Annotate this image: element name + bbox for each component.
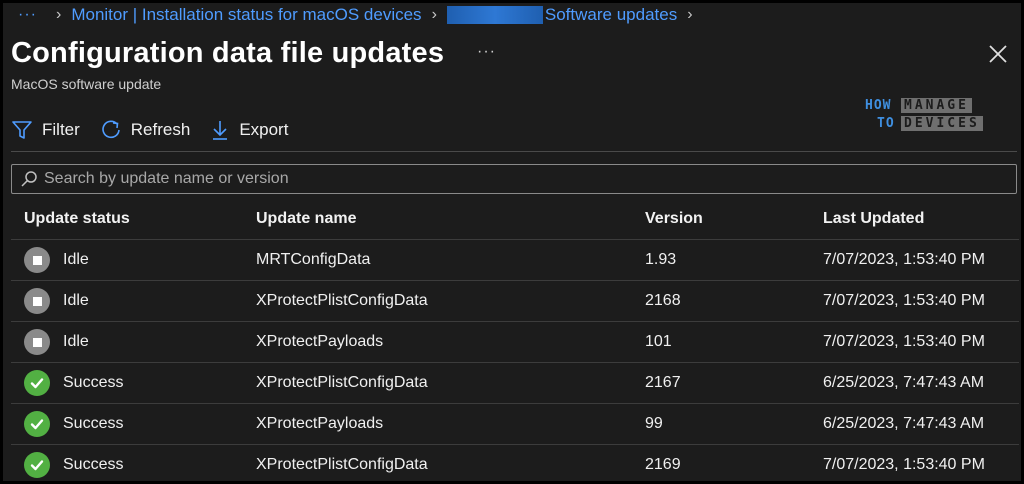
idle-status-icon bbox=[24, 288, 50, 314]
toolbar: Filter Refresh Export bbox=[11, 117, 308, 143]
export-label: Export bbox=[239, 120, 289, 139]
cell-update-name: MRTConfigData bbox=[256, 239, 645, 281]
cell-update-name: XProtectPlistConfigData bbox=[256, 362, 645, 404]
status-text: Success bbox=[63, 415, 124, 432]
idle-status-icon bbox=[24, 329, 50, 355]
search-icon bbox=[21, 171, 37, 187]
download-icon bbox=[213, 121, 228, 140]
cell-update-name: XProtectPlistConfigData bbox=[256, 280, 645, 322]
breadcrumb: ··· › Monitor | Installation status for … bbox=[3, 3, 1021, 27]
close-icon[interactable] bbox=[987, 43, 1009, 65]
cell-update-status: Success bbox=[11, 362, 256, 404]
status-text: Idle bbox=[63, 333, 89, 350]
more-options-button[interactable]: ··· bbox=[477, 43, 496, 61]
refresh-icon bbox=[102, 120, 120, 139]
cell-update-status: Idle bbox=[11, 321, 256, 363]
table-row[interactable]: Success XProtectPayloads 99 6/25/2023, 7:47… bbox=[11, 403, 1019, 445]
cell-version: 2168 bbox=[645, 280, 823, 322]
cell-last-updated: 6/25/2023, 7:47:43 AM bbox=[823, 403, 1019, 445]
cell-update-status: Success bbox=[11, 403, 256, 445]
cell-update-status: Success bbox=[11, 444, 256, 481]
chevron-right-icon: › bbox=[56, 6, 62, 23]
cell-version: 101 bbox=[645, 321, 823, 363]
column-header-last-updated[interactable]: Last Updated bbox=[823, 199, 1019, 240]
breadcrumb-link-software-updates[interactable]: Software updates bbox=[545, 5, 677, 25]
table-row[interactable]: Success XProtectPlistConfigData 2167 6/25/2… bbox=[11, 362, 1019, 404]
column-header-update-status[interactable]: Update status bbox=[11, 199, 256, 240]
status-text: Idle bbox=[63, 292, 89, 309]
redacted-breadcrumb bbox=[446, 6, 543, 24]
cell-last-updated: 7/07/2023, 1:53:40 PM bbox=[823, 444, 1019, 481]
cell-last-updated: 7/07/2023, 1:53:40 PM bbox=[823, 239, 1019, 281]
page-title: Configuration data file updates bbox=[11, 37, 445, 69]
cell-update-status: Idle bbox=[11, 280, 256, 322]
cell-update-status: Idle bbox=[11, 239, 256, 281]
toolbar-divider bbox=[11, 151, 1017, 152]
cell-version: 99 bbox=[645, 403, 823, 445]
search-placeholder: Search by update name or version bbox=[44, 170, 289, 187]
success-check-icon bbox=[24, 452, 50, 478]
breadcrumb-more-button[interactable]: ··· bbox=[18, 6, 46, 24]
status-text: Success bbox=[63, 374, 124, 391]
status-text: Idle bbox=[63, 251, 89, 268]
table-header-row: Update status Update name Version Last U… bbox=[11, 199, 1019, 240]
filter-label: Filter bbox=[42, 120, 80, 139]
column-header-version[interactable]: Version bbox=[645, 199, 823, 240]
status-text: Success bbox=[63, 456, 124, 473]
breadcrumb-link-monitor[interactable]: Monitor | Installation status for macOS … bbox=[71, 5, 421, 25]
chevron-right-icon: › bbox=[431, 6, 437, 23]
page-subtitle: MacOS software update bbox=[11, 76, 162, 92]
blade-panel: ··· › Monitor | Installation status for … bbox=[3, 3, 1021, 481]
cell-update-name: XProtectPayloads bbox=[256, 403, 645, 445]
table-row[interactable]: Idle XProtectPayloads 101 7/07/2023, 1:53:4… bbox=[11, 321, 1019, 363]
cell-last-updated: 7/07/2023, 1:53:40 PM bbox=[823, 321, 1019, 363]
cell-version: 2169 bbox=[645, 444, 823, 481]
column-header-update-name[interactable]: Update name bbox=[256, 199, 645, 240]
cell-version: 1.93 bbox=[645, 239, 823, 281]
table-row[interactable]: Idle XProtectPlistConfigData 2168 7/07/2023… bbox=[11, 280, 1019, 322]
updates-table: Update status Update name Version Last U… bbox=[11, 199, 1019, 481]
cell-last-updated: 7/07/2023, 1:53:40 PM bbox=[823, 280, 1019, 322]
filter-icon bbox=[12, 121, 32, 139]
success-check-icon bbox=[24, 411, 50, 437]
cell-last-updated: 6/25/2023, 7:47:43 AM bbox=[823, 362, 1019, 404]
table-row[interactable]: Idle MRTConfigData 1.93 7/07/2023, 1:53:40 … bbox=[11, 239, 1019, 281]
refresh-label: Refresh bbox=[130, 120, 191, 139]
export-button[interactable]: Export bbox=[210, 119, 288, 141]
filter-button[interactable]: Filter bbox=[11, 119, 80, 141]
cell-update-name: XProtectPlistConfigData bbox=[256, 444, 645, 481]
chevron-right-icon: › bbox=[687, 6, 693, 23]
cell-version: 2167 bbox=[645, 362, 823, 404]
howtomanagedevices-logo: HOW TO MANAGE DEVICES bbox=[863, 98, 993, 144]
table-row[interactable]: Success XProtectPlistConfigData 2169 7/07/2… bbox=[11, 444, 1019, 481]
idle-status-icon bbox=[24, 247, 50, 273]
search-input[interactable]: Search by update name or version bbox=[11, 164, 1017, 194]
cell-update-name: XProtectPayloads bbox=[256, 321, 645, 363]
refresh-button[interactable]: Refresh bbox=[100, 119, 191, 141]
success-check-icon bbox=[24, 370, 50, 396]
